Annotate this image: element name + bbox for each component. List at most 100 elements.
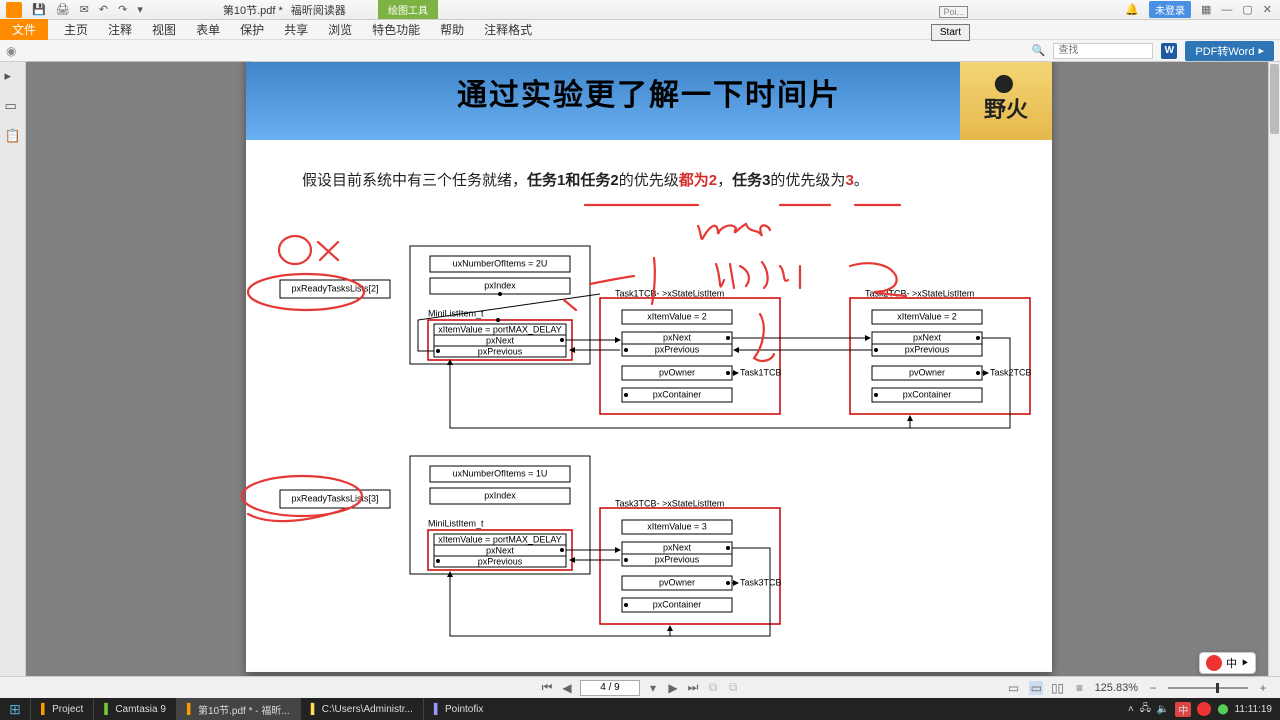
menu-browse[interactable]: 浏览 [318, 19, 362, 40]
menu-annot-format[interactable]: 注释格式 [474, 19, 542, 40]
print-icon[interactable]: 🖨 [56, 3, 70, 16]
next-page-icon[interactable]: ▶ [666, 681, 680, 695]
menu-form[interactable]: 表单 [186, 19, 230, 40]
tray-clock[interactable]: 11:11:19 [1235, 704, 1272, 715]
restore-icon[interactable]: ▢ [1242, 3, 1252, 16]
svg-text:pxPrevious: pxPrevious [655, 554, 700, 564]
svg-text:pvOwner: pvOwner [659, 577, 695, 587]
minimize-icon[interactable]: — [1221, 4, 1232, 16]
menu-protect[interactable]: 保护 [230, 19, 274, 40]
svg-text:pxReadyTasksLists[2]: pxReadyTasksLists[2] [291, 283, 378, 293]
svg-text:pxPrevious: pxPrevious [478, 346, 523, 356]
taskbar-item-foxit[interactable]: ▌第10节.pdf * - 福昕... [176, 698, 300, 720]
quick-access-toolbar: 💾 🖨 ✉ ↶ ↷ ▾ [32, 3, 143, 16]
app-title: 福昕阅读器 [291, 2, 346, 18]
mail-icon[interactable]: ✉ [80, 3, 89, 16]
svg-text:pxReadyTasksLists[3]: pxReadyTasksLists[3] [291, 493, 378, 503]
page-icon[interactable]: ▭ [5, 98, 21, 114]
nav-icon-b[interactable]: ⧉ [726, 680, 740, 695]
dropdown-icon[interactable]: ▾ [137, 3, 143, 16]
pointofix-box[interactable]: Poi... [939, 6, 968, 18]
view-mode-4-icon[interactable]: ≡ [1073, 681, 1087, 695]
view-mode-3-icon[interactable]: ▯▯ [1051, 681, 1065, 695]
last-page-icon[interactable]: ⏭ [686, 680, 700, 695]
diagram: .bx{fill:#fff;stroke:#000;stroke-width:1… [250, 232, 1048, 662]
menu-view[interactable]: 视图 [142, 19, 186, 40]
tray-lang[interactable]: 中 [1175, 702, 1191, 717]
svg-text:xItemValue = portMAX_DELAY: xItemValue = portMAX_DELAY [438, 534, 561, 544]
svg-text:xItemValue = portMAX_DELAY: xItemValue = portMAX_DELAY [438, 324, 561, 334]
svg-text:MiniListItem_t: MiniListItem_t [428, 518, 484, 528]
svg-text:xItemValue = 2: xItemValue = 2 [897, 311, 957, 321]
taskbar-item-camtasia[interactable]: ▌Camtasia 9 [93, 698, 176, 720]
taskbar-item-project[interactable]: ▌Project [30, 698, 93, 720]
svg-text:pxContainer: pxContainer [653, 389, 702, 399]
zoom-slider[interactable] [1168, 687, 1248, 689]
page-input[interactable] [580, 680, 640, 696]
tray-globe-icon[interactable]: ⬤ [1217, 704, 1228, 715]
system-tray: ˄ 🖧 🔈 中 ⬤ 11:11:19 [1128, 701, 1280, 718]
svg-text:pxIndex: pxIndex [484, 280, 516, 290]
undo-icon[interactable]: ↶ [99, 3, 108, 16]
svg-text:Task1TCB: Task1TCB [740, 367, 782, 377]
tray-net-icon[interactable]: 🖧 [1140, 701, 1151, 718]
menu-comment[interactable]: 注释 [98, 19, 142, 40]
contextual-tab-label: 绘图工具 [378, 0, 438, 19]
menu-share[interactable]: 共享 [274, 19, 318, 40]
svg-text:pxContainer: pxContainer [653, 599, 702, 609]
search-input[interactable] [1053, 43, 1153, 59]
redo-icon[interactable]: ↷ [118, 3, 127, 16]
expand-icon[interactable]: ▸ [5, 68, 21, 84]
view-mode-2-icon[interactable]: ▭ [1029, 681, 1043, 695]
window-controls: 🔔 未登录 ▦ — ▢ ✕ [1125, 1, 1280, 18]
close-icon[interactable]: ✕ [1263, 3, 1272, 16]
app-icon [6, 2, 22, 18]
svg-text:pxIndex: pxIndex [484, 490, 516, 500]
sogou-icon [1206, 655, 1222, 671]
taskbar-item-pointofix[interactable]: ▌Pointofix [423, 698, 493, 720]
page-navigator: ⏮ ◀ ▾ ▶ ⏭ ⧉ ⧉ [540, 680, 740, 696]
login-button[interactable]: 未登录 [1149, 1, 1191, 18]
tray-chevron-icon[interactable]: ˄ [1128, 704, 1134, 715]
file-menu[interactable]: 文件 [0, 19, 48, 40]
start-button[interactable]: Start [931, 24, 970, 41]
nav-icon-a[interactable]: ⧉ [706, 680, 720, 695]
svg-text:xItemValue = 3: xItemValue = 3 [647, 521, 707, 531]
pdf-page: 通过实验更了解一下时间片 野火 假设目前系统中有三个任务就绪，任务1和任务2的优… [246, 62, 1052, 672]
search-icon[interactable]: 🔍 [1032, 44, 1046, 57]
pdf-to-word-button[interactable]: PDF转Word ▸ [1185, 41, 1274, 61]
menu-features[interactable]: 特色功能 [362, 19, 430, 40]
tab-home-icon[interactable]: ◉ [6, 44, 16, 58]
tray-sogou-icon[interactable] [1197, 702, 1211, 716]
svg-text:xItemValue = 2: xItemValue = 2 [647, 311, 707, 321]
zoom-in-icon[interactable]: + [1256, 681, 1270, 695]
scrollbar-thumb[interactable] [1270, 64, 1279, 134]
ime-indicator[interactable]: 中 ⯈ [1199, 652, 1256, 674]
svg-text:pvOwner: pvOwner [909, 367, 945, 377]
svg-text:pxPrevious: pxPrevious [478, 556, 523, 566]
taskbar-item-explorer[interactable]: ▌C:\Users\Administr... [300, 698, 423, 720]
save-icon[interactable]: 💾 [32, 3, 46, 16]
svg-text:uxNumberOfItems = 2U: uxNumberOfItems = 2U [453, 258, 548, 268]
clipboard-icon[interactable]: 📋 [5, 128, 21, 144]
logo: 野火 [960, 62, 1052, 140]
svg-text:Task3TCB: Task3TCB [740, 577, 782, 587]
view-mode-1-icon[interactable]: ▭ [1007, 681, 1021, 695]
svg-text:pxNext: pxNext [663, 332, 692, 342]
prev-page-icon[interactable]: ◀ [560, 681, 574, 695]
first-page-icon[interactable]: ⏮ [540, 680, 554, 695]
vertical-scrollbar[interactable] [1268, 62, 1280, 698]
word-icon: W [1161, 43, 1177, 59]
tray-volume-icon[interactable]: 🔈 [1157, 704, 1169, 715]
grid-icon[interactable]: ▦ [1201, 3, 1211, 16]
document-canvas[interactable]: 通过实验更了解一下时间片 野火 假设目前系统中有三个任务就绪，任务1和任务2的优… [26, 62, 1268, 698]
status-right: ▭ ▭ ▯▯ ≡ 125.83% − + [1007, 681, 1270, 695]
zoom-out-icon[interactable]: − [1146, 681, 1160, 695]
start-menu-icon[interactable]: ⊞ [0, 701, 30, 718]
page-dropdown-icon[interactable]: ▾ [646, 681, 660, 695]
menu-help[interactable]: 帮助 [430, 19, 474, 40]
zoom-value: 125.83% [1095, 682, 1138, 694]
status-bar: ⏮ ◀ ▾ ▶ ⏭ ⧉ ⧉ ▭ ▭ ▯▯ ≡ 125.83% − + [0, 676, 1280, 698]
menu-home[interactable]: 主页 [54, 19, 98, 40]
bell-icon[interactable]: 🔔 [1125, 3, 1139, 16]
